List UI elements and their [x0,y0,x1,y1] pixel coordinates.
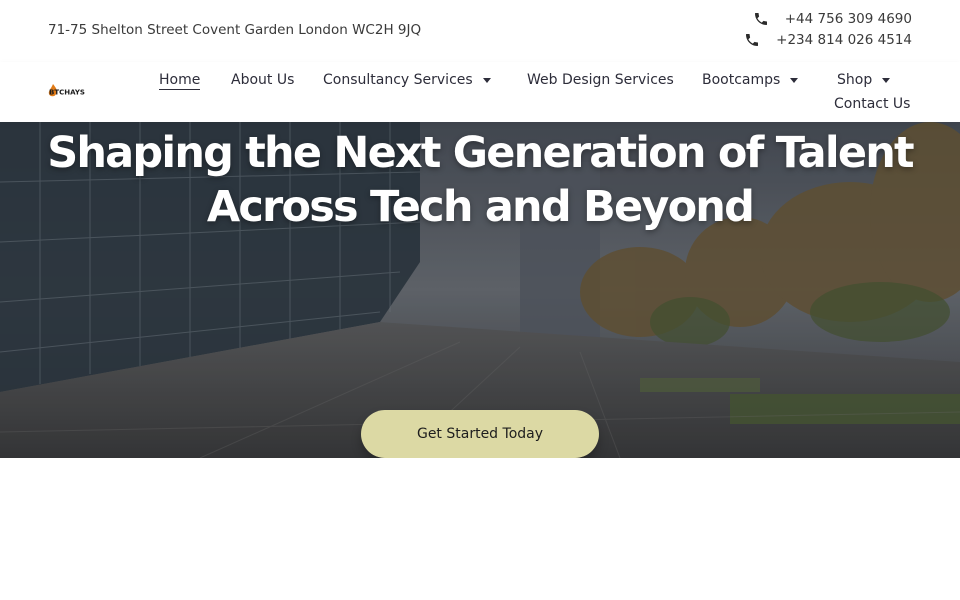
top-bar: 71-75 Shelton Street Covent Garden Londo… [0,0,960,62]
phone-contact-1[interactable]: +44 756 309 4690 [744,10,912,28]
nav-consultancy-services[interactable]: Consultancy Services [323,72,491,88]
phone-number: +44 756 309 4690 [784,11,912,27]
logo-text: BTCHAYS [49,89,85,97]
hero-title: Shaping the Next Generation of Talent Ac… [0,126,960,234]
get-started-button[interactable]: Get Started Today [361,410,599,458]
contact-list: +44 756 309 4690 +234 814 026 4514 [744,10,912,49]
address-text: 71-75 Shelton Street Covent Garden Londo… [48,22,422,38]
phone-icon [746,34,759,46]
site-logo[interactable]: BTCHAYS [47,82,91,100]
hero-title-line-1: Shaping the Next Generation of Talent [47,128,914,178]
nav-about-us[interactable]: About Us [231,72,294,88]
nav-contact-us[interactable]: Contact Us [834,96,910,112]
nav-contact-label: Contact Us [834,96,911,112]
nav-shop[interactable]: Shop [837,72,891,88]
hero-title-line-2: Across Tech and Beyond [206,182,755,232]
main-navbar: BTCHAYS Home About Us Consultancy Servic… [0,62,960,122]
caret-down-icon [790,77,799,83]
nav-about-label: About Us [231,72,295,88]
nav-home[interactable]: Home [159,72,201,90]
phone-icon [754,13,767,25]
nav-web-design-label: Web Design Services [527,72,674,88]
content-area [0,458,960,600]
nav-shop-label: Shop [837,72,873,88]
phone-contact-2[interactable]: +234 814 026 4514 [744,31,912,49]
caret-down-icon [482,77,491,83]
nav-web-design-services[interactable]: Web Design Services [527,72,674,88]
hero-section: Shaping the Next Generation of Talent Ac… [0,122,960,458]
nav-consultancy-label: Consultancy Services [323,72,473,88]
nav-bootcamps[interactable]: Bootcamps [702,72,799,88]
nav-home-label: Home [159,72,201,90]
caret-down-icon [882,77,891,83]
flame-logo-icon: BTCHAYS [48,84,85,97]
nav-bootcamps-label: Bootcamps [702,72,781,88]
phone-number: +234 814 026 4514 [776,32,912,48]
